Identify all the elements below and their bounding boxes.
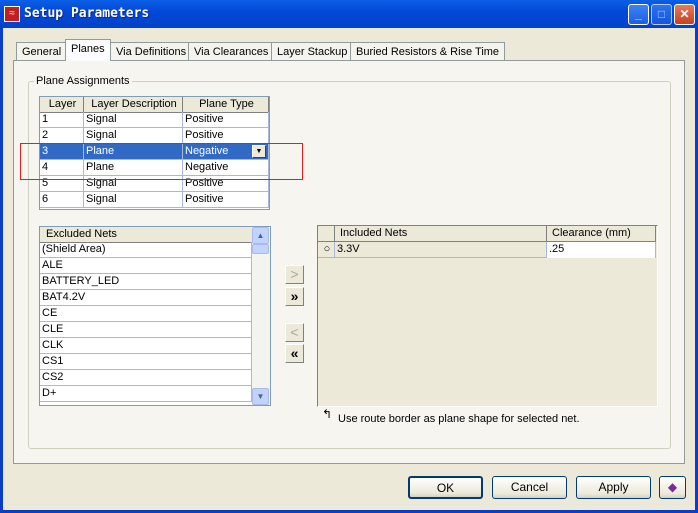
help-book-icon[interactable]: ◆: [659, 476, 686, 499]
group-label: Plane Assignments: [34, 75, 132, 87]
layer-table-header: Layer Layer Description Plane Type: [40, 97, 269, 113]
scroll-up-icon[interactable]: ▲: [252, 227, 269, 244]
cancel-button[interactable]: Cancel: [492, 476, 567, 499]
table-row[interactable]: 1 Signal Positive: [40, 112, 269, 128]
tab-planes[interactable]: Planes: [65, 39, 111, 61]
column-header-description[interactable]: Layer Description: [84, 97, 183, 113]
layer-number: 2: [40, 128, 84, 144]
column-header-plane-type[interactable]: Plane Type: [183, 97, 269, 113]
remove-all-nets-button[interactable]: «: [285, 344, 304, 363]
list-item[interactable]: CLE: [40, 322, 253, 338]
scroll-thumb[interactable]: [252, 244, 269, 254]
net-name: CE: [40, 306, 252, 322]
layer-number: 1: [40, 112, 84, 128]
net-name: BAT4.2V: [40, 290, 252, 306]
close-button[interactable]: ✕: [674, 4, 695, 25]
column-header-excluded-nets[interactable]: Excluded Nets: [40, 227, 253, 243]
list-item[interactable]: (Shield Area): [40, 242, 253, 258]
list-item[interactable]: CLK: [40, 338, 253, 354]
list-item[interactable]: CE: [40, 306, 253, 322]
table-row[interactable]: ○ 3.3V .25: [318, 242, 656, 258]
scroll-down-icon[interactable]: ▼: [252, 388, 269, 405]
annotation-highlight-box: [20, 143, 303, 180]
net-name: 3.3V: [335, 242, 547, 258]
add-all-nets-button[interactable]: »: [285, 287, 304, 306]
net-name: BATTERY_LED: [40, 274, 252, 290]
table-row[interactable]: 2 Signal Positive: [40, 128, 269, 144]
tab-layer-stackup[interactable]: Layer Stackup: [271, 42, 354, 61]
layer-description: Signal: [84, 128, 183, 144]
net-name: CLE: [40, 322, 252, 338]
layer-description: Signal: [84, 192, 183, 208]
tab-general[interactable]: General: [16, 42, 68, 61]
column-header-selector: [318, 226, 335, 242]
list-item[interactable]: BATTERY_LED: [40, 274, 253, 290]
tab-via-clearances[interactable]: Via Clearances: [188, 42, 275, 61]
add-net-button[interactable]: >: [285, 265, 304, 284]
list-item[interactable]: D+: [40, 386, 253, 402]
app-icon: ≈: [4, 6, 20, 22]
window-title: Setup Parameters: [24, 6, 150, 21]
plane-type[interactable]: Positive: [183, 112, 269, 128]
apply-button[interactable]: Apply: [576, 476, 651, 499]
column-header-included-nets[interactable]: Included Nets: [335, 226, 547, 242]
title-bar[interactable]: ≈ Setup Parameters _ □ ✕: [0, 0, 698, 28]
list-item[interactable]: CS2: [40, 370, 253, 386]
maximize-button[interactable]: □: [651, 4, 672, 25]
net-name: ALE: [40, 258, 252, 274]
layer-number: 6: [40, 192, 84, 208]
list-item[interactable]: BAT4.2V: [40, 290, 253, 306]
route-border-note: Use route border as plane shape for sele…: [338, 413, 580, 425]
plane-type[interactable]: Positive: [183, 192, 269, 208]
net-name: CS2: [40, 370, 252, 386]
radio-select-icon[interactable]: ○: [318, 242, 335, 258]
net-name: (Shield Area): [40, 242, 252, 258]
included-nets-table: Included Nets Clearance (mm) ○ 3.3V .25: [317, 225, 658, 407]
tab-buried-resistors[interactable]: Buried Resistors & Rise Time: [350, 42, 506, 61]
list-item[interactable]: CS1: [40, 354, 253, 370]
excluded-scrollbar[interactable]: ▲ ▼: [252, 227, 270, 405]
clearance-input[interactable]: .25: [547, 242, 656, 258]
net-name: D+: [40, 386, 252, 402]
column-header-layer[interactable]: Layer: [40, 97, 84, 113]
net-name: CLK: [40, 338, 252, 354]
remove-net-button[interactable]: <: [285, 323, 304, 342]
list-item[interactable]: ALE: [40, 258, 253, 274]
column-header-clearance[interactable]: Clearance (mm): [547, 226, 656, 242]
table-row[interactable]: 6 Signal Positive: [40, 192, 269, 208]
excluded-nets-list: Excluded Nets (Shield Area) ALE BATTERY_LE…: [39, 226, 271, 406]
excluded-header-row: Excluded Nets: [40, 227, 253, 243]
included-header-row: Included Nets Clearance (mm): [318, 226, 657, 242]
layer-description: Signal: [84, 112, 183, 128]
plane-type[interactable]: Positive: [183, 128, 269, 144]
minimize-button[interactable]: _: [628, 4, 649, 25]
corner-arrow-icon: ↰: [322, 407, 333, 421]
ok-button[interactable]: OK: [408, 476, 483, 499]
net-name: CS1: [40, 354, 252, 370]
tab-via-definitions[interactable]: Via Definitions: [110, 42, 193, 61]
